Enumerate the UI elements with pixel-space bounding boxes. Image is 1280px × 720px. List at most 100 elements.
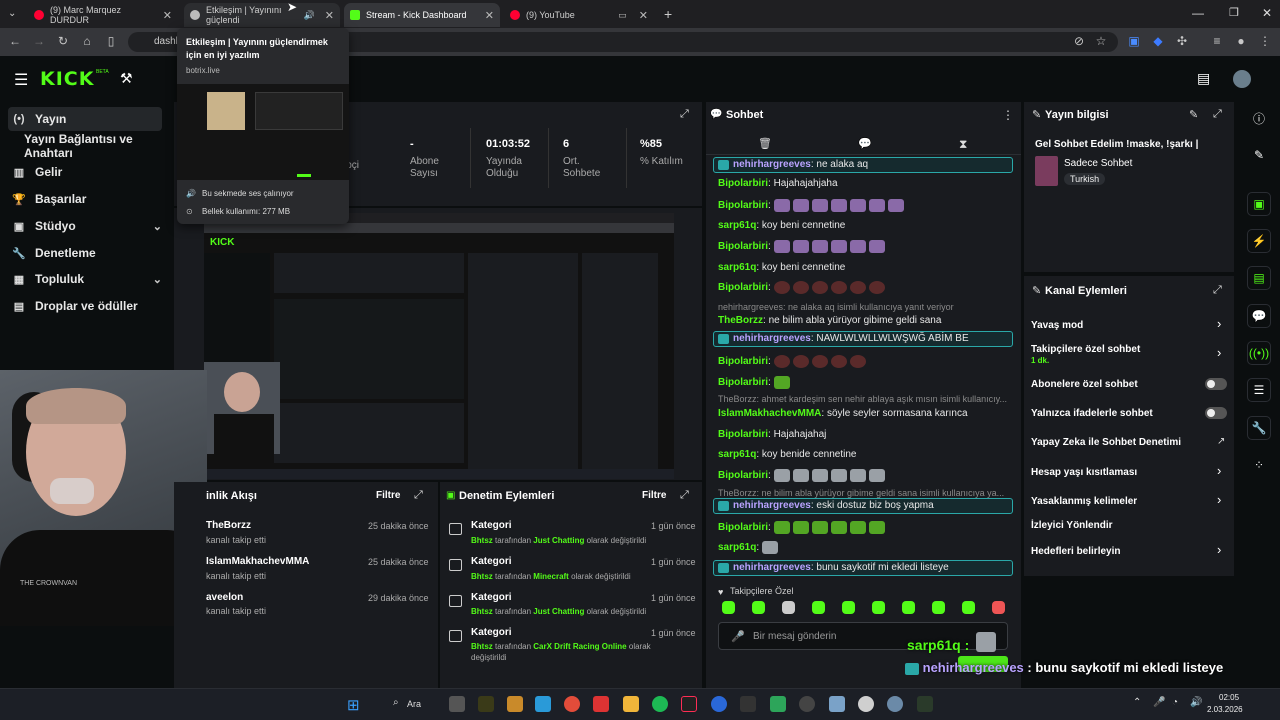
- chat-username[interactable]: TheBorzz: [718, 315, 763, 326]
- quick-emote-icon[interactable]: [812, 601, 825, 614]
- chrome-icon[interactable]: [564, 696, 580, 712]
- quick-emote-icon[interactable]: [902, 601, 915, 614]
- subscribers-only-toggle[interactable]: [1205, 378, 1227, 390]
- quick-emote-icon[interactable]: [992, 601, 1005, 614]
- chevron-up-icon[interactable]: ⌃: [1133, 697, 1141, 708]
- chat-message[interactable]: nehirhargreeves: ne alaka aq: [733, 159, 868, 170]
- emote-icon[interactable]: [868, 469, 885, 482]
- forward-icon[interactable]: →: [32, 34, 46, 48]
- profile-avatar[interactable]: ●: [1234, 34, 1248, 48]
- expand-icon[interactable]: ⤢: [680, 489, 689, 502]
- quick-emote-icon[interactable]: [962, 601, 975, 614]
- chat-username[interactable]: Bipolarbiri: [718, 470, 768, 481]
- chevron-right-icon[interactable]: ›: [1217, 542, 1221, 557]
- chat-username[interactable]: Bipolarbiri: [718, 377, 768, 388]
- emote-icon[interactable]: [830, 469, 847, 482]
- chat-message[interactable]: sarp61q: koy beni cennetine: [718, 220, 845, 231]
- action-banned-words[interactable]: Yasaklanmış kelimeler: [1031, 496, 1137, 507]
- chat-bubble-icon[interactable]: 💬: [858, 137, 872, 150]
- emote-icon[interactable]: [830, 240, 847, 253]
- action-set-goals[interactable]: Hedefleri belirleyin: [1031, 546, 1120, 557]
- windows-start-icon[interactable]: ⊞: [347, 696, 360, 714]
- mute-icon[interactable]: ▭: [618, 10, 627, 21]
- emote-icon[interactable]: [849, 199, 866, 212]
- taskbar-search[interactable]: ⌕ Ara: [381, 694, 441, 714]
- settings-sliders-icon[interactable]: ☰: [1247, 378, 1271, 402]
- external-link-icon[interactable]: ↗: [1217, 436, 1225, 447]
- chat-icon[interactable]: 💬: [1247, 304, 1271, 328]
- emote-icon[interactable]: [773, 469, 790, 482]
- app-icon[interactable]: [593, 696, 609, 712]
- hourglass-icon[interactable]: ⧗: [959, 137, 967, 152]
- chat-message[interactable]: Bipolarbiri:: [718, 376, 793, 389]
- app-icon[interactable]: [770, 696, 786, 712]
- bookmark-star-icon[interactable]: ☆: [1094, 34, 1108, 48]
- emote-icon[interactable]: [868, 281, 885, 294]
- lightning-icon[interactable]: ⚡: [1247, 229, 1271, 253]
- chat-username[interactable]: nehirhargreeves: [733, 562, 811, 573]
- kick-app-icon[interactable]: [917, 696, 933, 712]
- volume-icon[interactable]: 🔊: [1190, 697, 1202, 708]
- emote-icon[interactable]: [792, 281, 809, 294]
- chat-message[interactable]: Bipolarbiri:: [718, 240, 888, 253]
- tab-youtube-marquez[interactable]: (9) Marc Marquez DURDUR ✕: [28, 3, 178, 27]
- chat-username[interactable]: Bipolarbiri: [718, 429, 768, 440]
- emote-icon[interactable]: [792, 355, 809, 368]
- kick-logo[interactable]: KICK: [40, 68, 94, 90]
- new-tab-icon[interactable]: +: [664, 6, 672, 22]
- edit-icon[interactable]: ✎: [1189, 108, 1198, 121]
- hammer-icon[interactable]: ⚒: [120, 70, 133, 87]
- app-icon[interactable]: [858, 696, 874, 712]
- emote-icon[interactable]: [773, 355, 790, 368]
- emote-icon[interactable]: [811, 355, 828, 368]
- chat-message[interactable]: Bipolarbiri: Hajahajahaj: [718, 429, 826, 440]
- emote-icon[interactable]: [811, 521, 828, 534]
- chat-username[interactable]: sarp61q: [718, 542, 756, 553]
- eye-off-icon[interactable]: ⊘: [1072, 34, 1086, 48]
- task-view-icon[interactable]: [449, 696, 465, 712]
- tab-youtube[interactable]: (9) YouTube ▭ ✕: [504, 3, 654, 27]
- activity-name[interactable]: IslamMakhachevMMA: [206, 556, 309, 567]
- action-redirect-viewers[interactable]: İzleyici Yönlendir: [1031, 520, 1113, 531]
- emote-icon[interactable]: [849, 469, 866, 482]
- emote-icon[interactable]: [830, 521, 847, 534]
- broadcast-icon[interactable]: ((•)): [1247, 341, 1271, 365]
- quick-emote-icon[interactable]: [872, 601, 885, 614]
- emote-icon[interactable]: [849, 521, 866, 534]
- chat-message[interactable]: IslamMakhachevMMA: söyle seyler sormasan…: [718, 408, 968, 419]
- emote-icon[interactable]: [792, 240, 809, 253]
- quick-emote-icon[interactable]: [932, 601, 945, 614]
- chat-username[interactable]: Bipolarbiri: [718, 241, 768, 252]
- tiktok-icon[interactable]: [681, 696, 697, 712]
- activity-name[interactable]: TheBorzz: [206, 520, 251, 531]
- action-account-age[interactable]: Hesap yaşı kısıtlaması: [1031, 467, 1137, 478]
- chat-username[interactable]: sarp61q: [718, 449, 756, 460]
- chat-message[interactable]: Bipolarbiri:: [718, 521, 888, 534]
- sidebar-item-denetleme[interactable]: 🔧 Denetleme: [8, 241, 162, 265]
- app-icon[interactable]: [711, 696, 727, 712]
- sidebar-item-droplar[interactable]: ▤ Droplar ve ödüller: [8, 294, 162, 318]
- emote-icon[interactable]: [773, 521, 790, 534]
- category-thumbnail[interactable]: [1035, 156, 1058, 186]
- close-icon[interactable]: ✕: [163, 9, 172, 22]
- file-explorer-icon[interactable]: [623, 696, 639, 712]
- emote-icon[interactable]: [849, 281, 866, 294]
- action-ai-moderation[interactable]: Yapay Zeka ile Sohbet Denetimi: [1031, 437, 1181, 448]
- emote-icon[interactable]: [792, 469, 809, 482]
- action-followers-only[interactable]: Takipçilere özel sohbet: [1031, 344, 1140, 355]
- info-icon[interactable]: ⓘ: [1247, 106, 1271, 130]
- quick-emote-icon[interactable]: [722, 601, 735, 614]
- clock-time[interactable]: 02:05: [1219, 693, 1239, 702]
- emote-icon[interactable]: [792, 199, 809, 212]
- emote-icon[interactable]: [773, 199, 790, 212]
- emote-icon[interactable]: [773, 240, 790, 253]
- wrench-icon[interactable]: 🔧: [1247, 416, 1271, 440]
- chat-message[interactable]: sarp61q: koy beni cennetine: [718, 262, 845, 273]
- emote-icon[interactable]: [792, 521, 809, 534]
- emote-icon[interactable]: [830, 281, 847, 294]
- chat-message[interactable]: Bipolarbiri: Hajahajahjaha: [718, 178, 838, 189]
- category-name[interactable]: Sadece Sohbet: [1064, 158, 1132, 169]
- microphone-icon[interactable]: 🎤: [1153, 697, 1165, 708]
- emote-icon[interactable]: [849, 355, 866, 368]
- trash-icon[interactable]: 🗑: [758, 137, 772, 150]
